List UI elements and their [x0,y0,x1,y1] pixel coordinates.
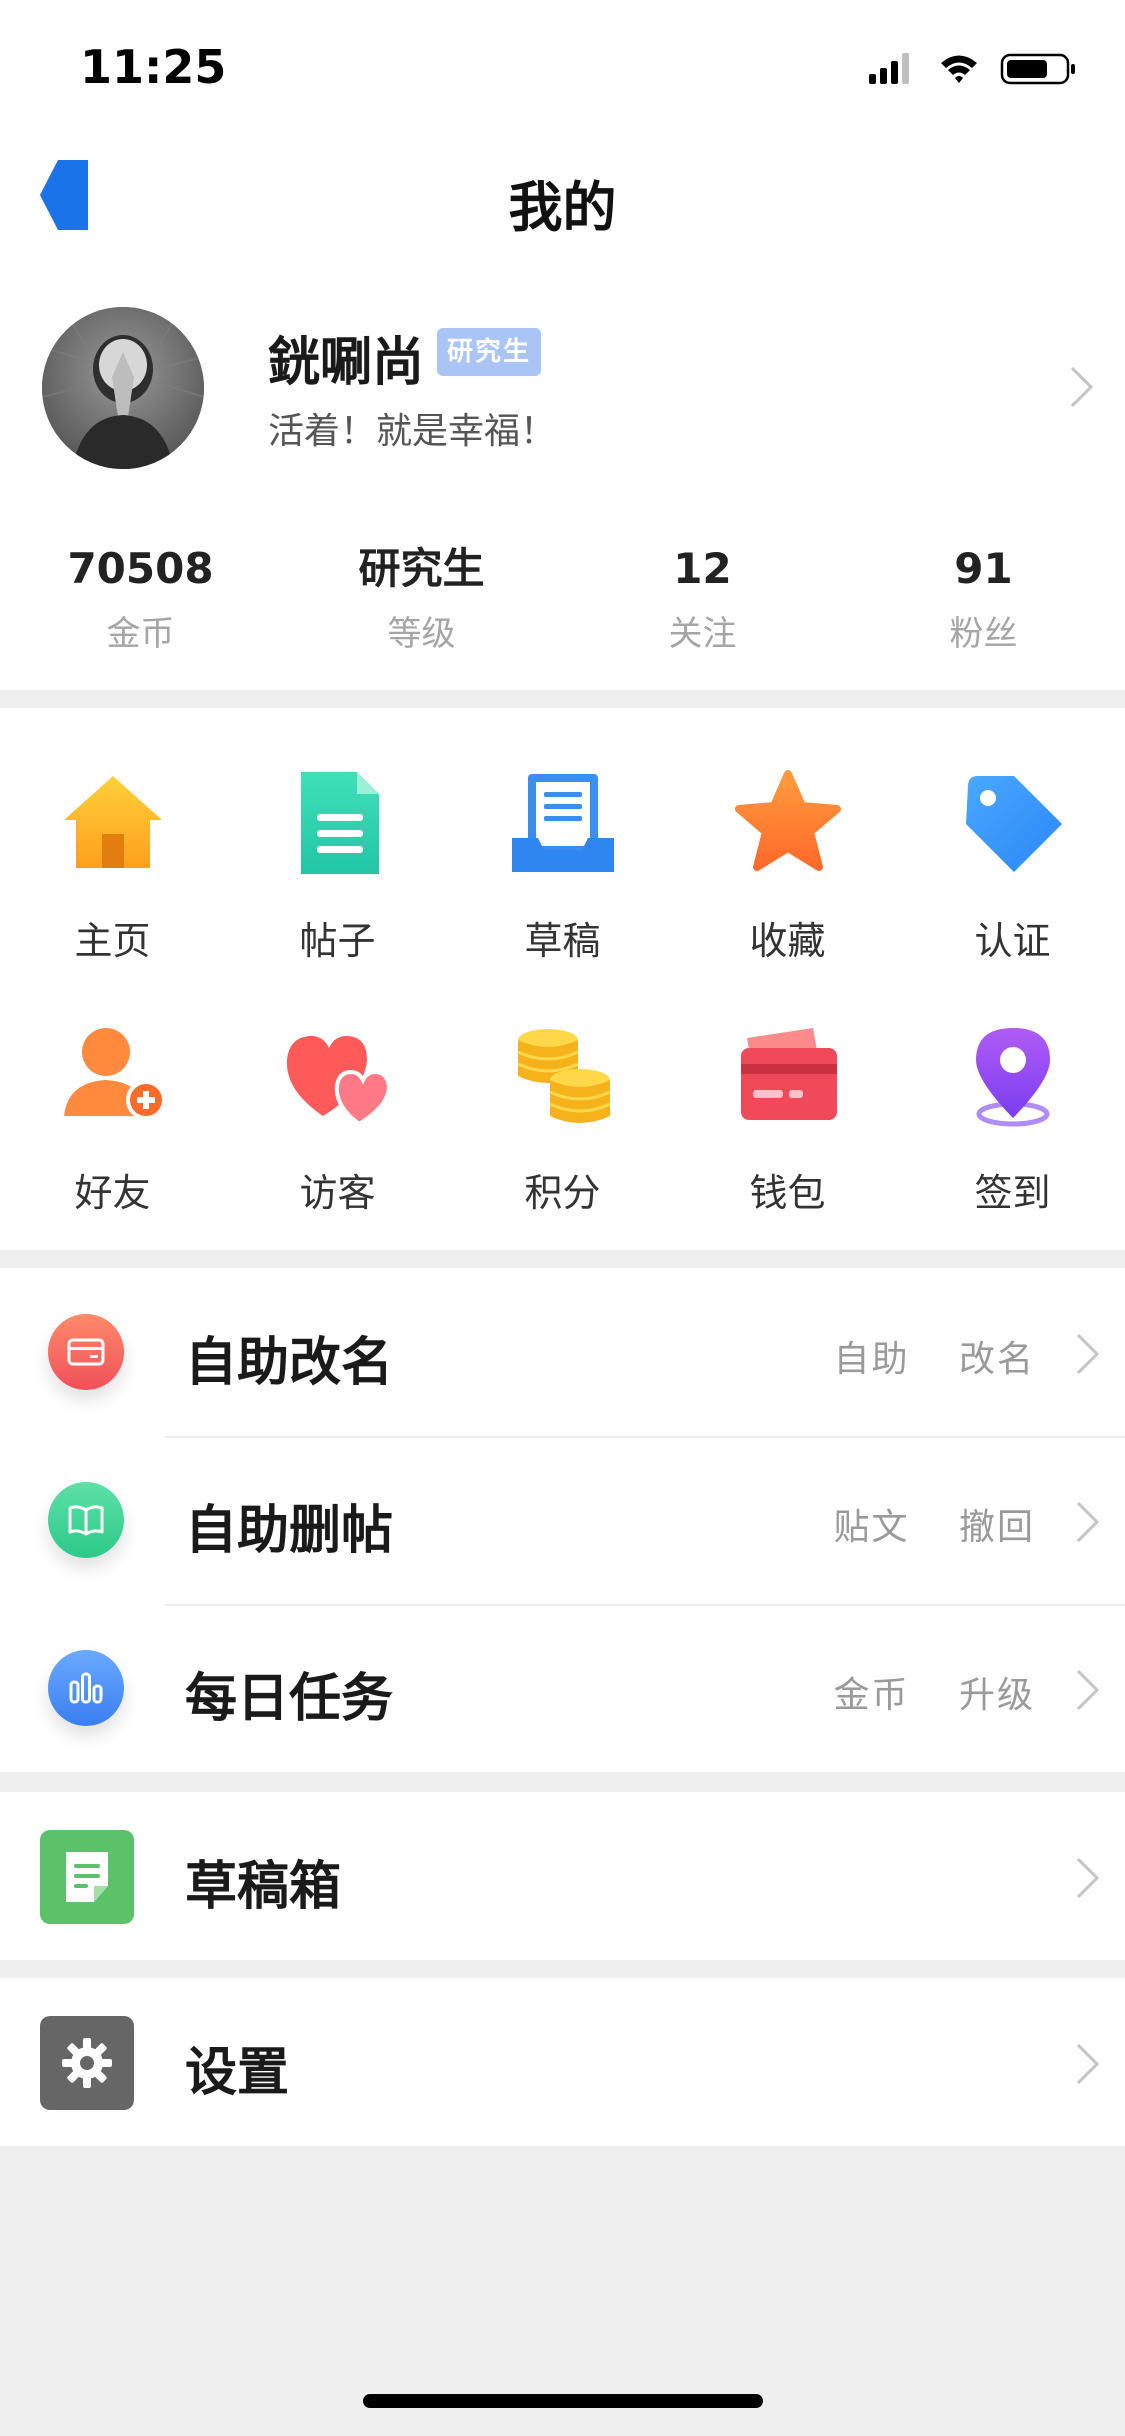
settings-section: 设置 [0,1978,1125,2146]
grid-item-wallet[interactable]: 钱包 [675,960,900,1215]
menu-item-delete-post[interactable]: 自助删帖 贴文 撤回 [0,1436,1125,1604]
profile-card[interactable]: 銧唰尚 研究生 活着！就是幸福！ 70508 金币 研究生 等级 12 关注 9… [0,285,1125,690]
menu-title: 自助改名 [185,1333,394,1393]
stat-label: 金币 [106,614,175,654]
nav-bar: 我的 [0,135,1125,285]
menu-tag: 撤回 [958,1507,1035,1548]
stat-label: 关注 [668,614,737,654]
location-pin-icon [976,1028,1050,1127]
menu-tags: 金币 升级 [798,1666,1035,1718]
grid-label: 访客 [299,1171,376,1215]
grid-item-checkin[interactable]: 签到 [900,960,1125,1215]
menu-tags: 贴文 撤回 [798,1498,1035,1550]
page-title: 我的 [508,176,617,239]
menu-item-drafts[interactable]: 草稿箱 [0,1792,1125,1960]
grid-label: 草稿 [524,919,601,963]
coins-icon [517,1029,611,1123]
stat-label: 等级 [387,614,456,654]
avatar-image [42,307,204,469]
add-friend-icon [64,1028,166,1120]
menu-item-settings[interactable]: 设置 [0,1978,1125,2146]
grid-label: 积分 [524,1171,601,1215]
status-bar: 11:25 [0,0,1125,135]
grid-label: 帖子 [299,919,376,963]
wifi-icon [941,55,977,83]
menu-tag: 金币 [833,1675,910,1716]
tag-icon [966,776,1062,872]
star-icon [735,770,841,871]
menu-tag: 升级 [958,1675,1035,1716]
menu-item-rename[interactable]: 自助改名 自助 改名 [0,1268,1125,1436]
stat-label: 粉丝 [949,614,1018,654]
grid-item-points[interactable]: 积分 [450,960,675,1215]
drafts-section: 草稿箱 [0,1792,1125,1960]
avatar[interactable] [42,307,204,469]
grid-item-favorites[interactable]: 收藏 [675,708,900,963]
menu-title: 每日任务 [185,1669,394,1729]
grid-item-posts[interactable]: 帖子 [225,708,450,963]
bar-chart-icon [69,1672,103,1704]
home-indicator[interactable] [363,2394,763,2408]
home-icon [64,776,162,868]
chevron-right-icon [1076,2043,1100,2085]
menu-title: 自助删帖 [185,1501,394,1561]
grid-label: 认证 [974,919,1051,963]
battery-icon [1000,53,1075,85]
stat-value: 70508 [67,544,214,593]
book-icon [68,1505,104,1536]
menu-tag: 改名 [958,1339,1035,1380]
feature-grid: 主页 帖子 草稿 收藏 认证 好友 访客 积分 钱包 签到 [0,708,1125,1250]
signal-icon [869,53,909,84]
status-icons [869,53,1075,85]
menu-item-daily-tasks[interactable]: 每日任务 金币 升级 [0,1604,1125,1772]
menu-tag: 自助 [833,1339,910,1380]
wallet-card-icon [741,1028,837,1120]
signature: 活着！就是幸福！ [268,411,557,452]
chevron-right-icon [1076,1857,1100,1899]
stat-value: 12 [673,544,732,593]
menu-title: 设置 [185,2043,290,2103]
stat-value: 研究生 [358,544,485,593]
menu-tag: 贴文 [833,1507,910,1548]
card-icon [67,1338,105,1366]
grid-label: 钱包 [749,1171,826,1215]
grid-item-drafts[interactable]: 草稿 [450,708,675,963]
daily-tasks-icon-wrap [48,1650,124,1726]
service-menu: 自助改名 自助 改名 自助删帖 贴文 撤回 每日任务 金币 升级 [0,1268,1125,1772]
stat-value: 91 [954,544,1013,593]
document-icon [301,772,379,874]
grid-item-friends[interactable]: 好友 [0,960,225,1215]
profile-page: 11:25 我的 銧唰尚 研究生 活着！就是幸福！ 70508 金币 研究生 等… [0,0,1125,2436]
grid-item-home[interactable]: 主页 [0,708,225,963]
gear-icon [62,2038,112,2088]
username: 銧唰尚 [268,333,425,393]
hearts-icon [286,1035,392,1127]
chevron-right-icon [1076,1333,1100,1375]
stat-followers[interactable]: 91 粉丝 [843,540,1124,680]
grid-label: 签到 [974,1171,1051,1215]
stat-level[interactable]: 研究生 等级 [281,540,562,680]
chevron-right-icon[interactable] [1069,365,1095,409]
level-badge: 研究生 [437,328,542,376]
menu-title: 草稿箱 [185,1857,342,1917]
draft-tray-icon [512,774,614,872]
status-time: 11:25 [80,40,227,94]
draft-note-icon [66,1852,108,1902]
stat-following[interactable]: 12 关注 [562,540,843,680]
stat-coins[interactable]: 70508 金币 [0,540,281,680]
drafts-icon-wrap [40,1830,134,1924]
menu-tags: 自助 改名 [798,1330,1035,1382]
settings-icon-wrap [40,2016,134,2110]
grid-item-visitors[interactable]: 访客 [225,960,450,1215]
rename-icon-wrap [48,1314,124,1390]
grid-item-verify[interactable]: 认证 [900,708,1125,963]
chevron-right-icon [1076,1669,1100,1711]
grid-label: 收藏 [749,919,826,963]
stats-row: 70508 金币 研究生 等级 12 关注 91 粉丝 [0,540,1125,680]
delete-post-icon-wrap [48,1482,124,1558]
grid-label: 好友 [74,1171,151,1215]
chevron-right-icon [1076,1501,1100,1543]
grid-label: 主页 [74,919,151,963]
